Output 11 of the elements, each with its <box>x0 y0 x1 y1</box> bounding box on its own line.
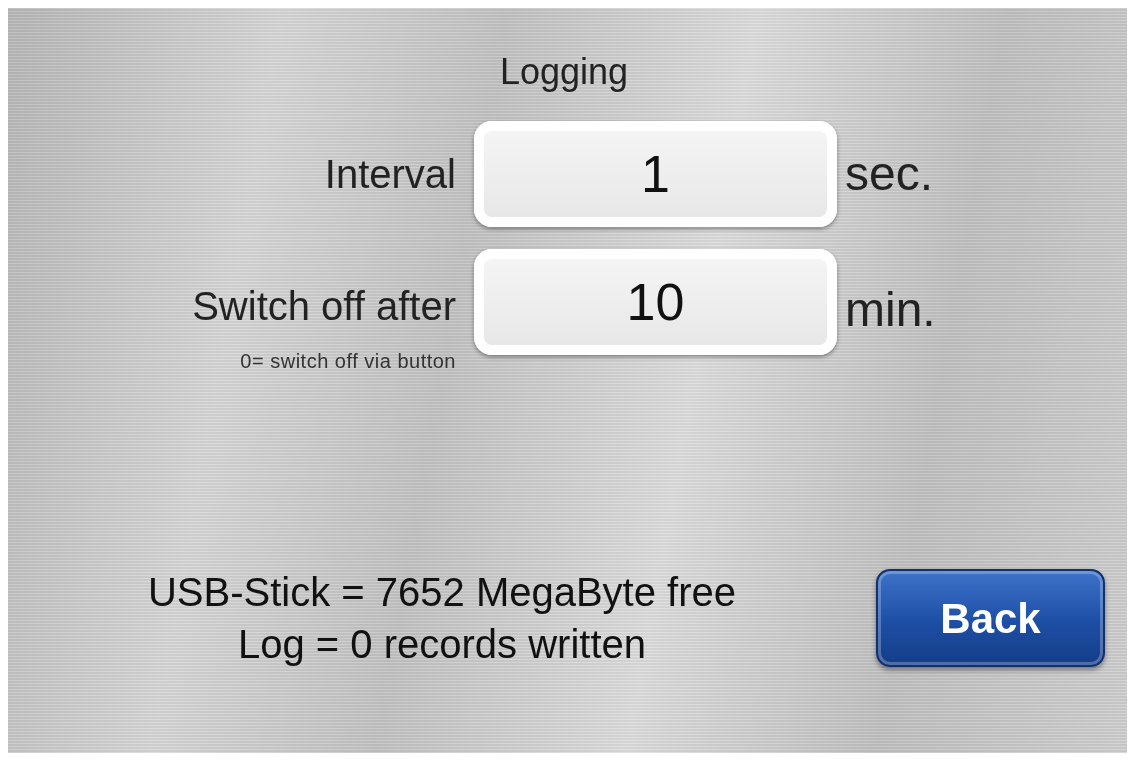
unit-label: sec. <box>845 146 934 203</box>
number-field[interactable]: 10 <box>474 249 837 356</box>
number-field[interactable]: 1 <box>474 121 837 228</box>
screen-title: Logging <box>498 50 630 94</box>
field-label: Interval <box>324 152 456 197</box>
unit-label: min. <box>845 282 936 339</box>
status-text: Log = 0 records written <box>237 621 647 669</box>
status-text: USB-Stick = 7652 MegaByte free <box>146 569 738 617</box>
field-label: Switch off after <box>192 284 456 329</box>
back-button[interactable]: Back <box>876 569 1105 668</box>
hint-text: 0= switch off via button <box>240 349 456 375</box>
